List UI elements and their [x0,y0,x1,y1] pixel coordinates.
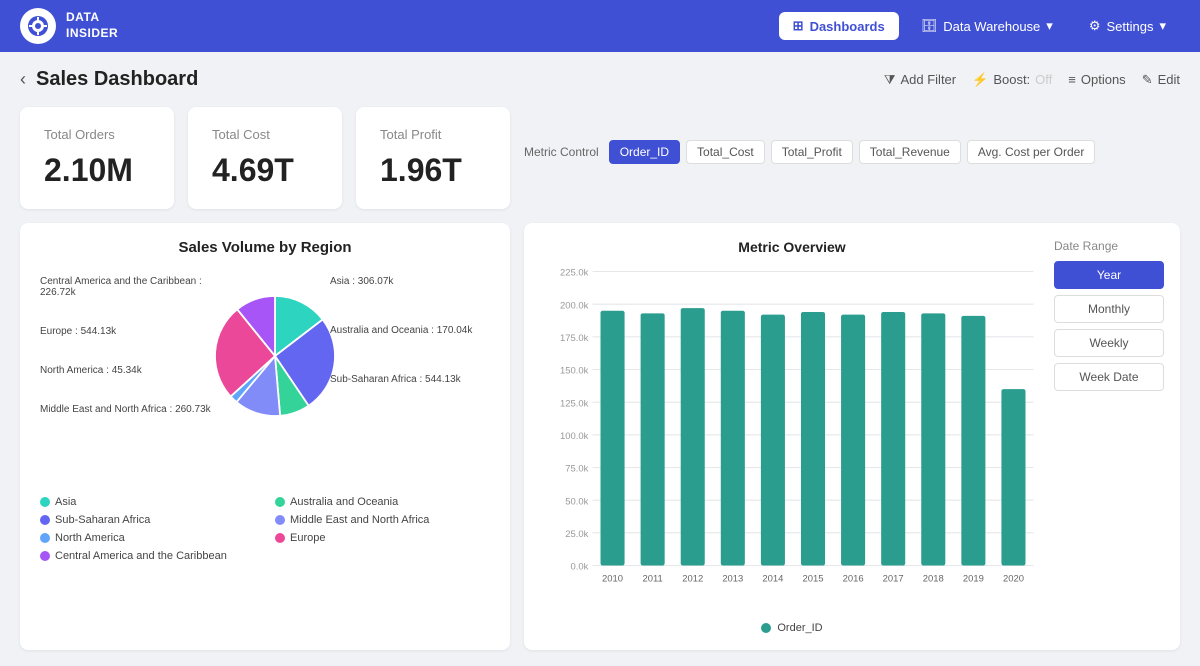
legend-item: North America [40,532,255,544]
svg-text:2011: 2011 [642,573,662,584]
svg-text:75.0k: 75.0k [565,464,588,475]
legend-item: Middle East and North Africa [275,514,490,526]
svg-text:200.0k: 200.0k [560,300,589,311]
svg-text:100.0k: 100.0k [560,431,589,442]
svg-text:175.0k: 175.0k [560,333,589,344]
svg-text:2015: 2015 [803,573,824,584]
svg-text:50.0k: 50.0k [565,496,588,507]
edit-icon: ✎ [1142,72,1153,88]
date-btn-weekly[interactable]: Weekly [1054,329,1164,357]
options-icon: ≡ [1068,72,1076,87]
date-btn-week-date[interactable]: Week Date [1054,363,1164,391]
legend-item: Australia and Oceania [275,496,490,508]
label-central-america: Central America and the Caribbean : 226.… [40,276,235,298]
legend-item: Europe [275,532,490,544]
svg-text:2016: 2016 [843,573,864,584]
bar-legend-label: Order_ID [777,622,822,634]
svg-text:25.0k: 25.0k [565,529,588,540]
settings-icon: ⚙ [1089,18,1101,34]
warehouse-chevron-icon: ▾ [1046,18,1053,34]
label-australia: Australia and Oceania : 170.04k [330,325,490,336]
kpi-total-cost: Total Cost 4.69T [188,107,342,209]
svg-text:2014: 2014 [762,573,783,584]
warehouse-icon: 🗄 [921,18,938,34]
header-nav: ⊞ Dashboards 🗄 Data Warehouse ▾ ⚙ Settin… [779,12,1180,40]
toolbar: ‹ Sales Dashboard ⧩ Add Filter ⚡ Boost: … [20,68,1180,91]
tab-order-id[interactable]: Order_ID [609,140,680,164]
settings-chevron-icon: ▾ [1159,18,1166,34]
bar-chart: 0.0k 25.0k 50.0k 75.0k 100.0k 125.0k 150.0k 175… [540,261,1044,618]
svg-text:150.0k: 150.0k [560,366,589,377]
nav-data-warehouse[interactable]: 🗄 Data Warehouse ▾ [907,12,1067,40]
svg-text:2013: 2013 [722,573,743,584]
metric-control-label: Metric Control [524,145,599,159]
tab-avg-cost[interactable]: Avg. Cost per Order [967,140,1096,164]
kpi-value: 1.96T [380,152,486,189]
metric-tabs: Metric Control Order_ID Total_Cost Total… [524,140,1095,164]
options-button[interactable]: ≡ Options [1068,72,1125,87]
legend-item: Sub-Saharan Africa [40,514,255,526]
svg-text:125.0k: 125.0k [560,398,589,409]
bar-legend-dot [761,623,771,633]
svg-text:2012: 2012 [682,573,703,584]
pie-chart-panel: Sales Volume by Region Central America a… [20,223,510,650]
boost-icon: ⚡ [972,72,988,88]
pie-legend: Asia Australia and Oceania Sub-Saharan Afr… [40,496,490,562]
svg-text:2020: 2020 [1003,573,1024,584]
date-range-panel: Date Range Year Monthly Weekly Week Date [1054,239,1164,634]
metric-overview-panel: Metric Overview 0.0k 25.0k 50.0k 75.0k 100.0… [524,223,1180,650]
svg-text:225.0k: 225.0k [560,268,589,279]
pie-chart-title: Sales Volume by Region [40,239,490,256]
date-btn-monthly[interactable]: Monthly [1054,295,1164,323]
kpi-total-orders: Total Orders 2.10M [20,107,174,209]
label-north-america: North America : 45.34k [40,365,235,376]
toolbar-actions: ⧩ Add Filter ⚡ Boost: Off ≡ Options ✎ Ed… [884,72,1180,88]
filter-icon: ⧩ [884,72,896,88]
svg-text:2017: 2017 [883,573,904,584]
tab-total-profit[interactable]: Total_Profit [771,140,853,164]
kpi-label: Total Profit [380,127,486,142]
kpi-value: 2.10M [44,152,150,189]
legend-item: Central America and the Caribbean [40,550,255,562]
logo: DATA INSIDER [20,8,118,44]
tab-total-revenue[interactable]: Total_Revenue [859,140,961,164]
label-asia: Asia : 306.07k [330,276,490,287]
date-range-title: Date Range [1054,239,1164,253]
boost-toggle[interactable]: ⚡ Boost: Off [972,72,1052,88]
kpi-label: Total Orders [44,127,150,142]
add-filter-button[interactable]: ⧩ Add Filter [884,72,956,88]
svg-text:2010: 2010 [602,573,623,584]
logo-icon [20,8,56,44]
svg-text:2018: 2018 [923,573,944,584]
page-title: Sales Dashboard [36,68,884,91]
svg-text:0.0k: 0.0k [570,562,588,573]
nav-settings[interactable]: ⚙ Settings ▾ [1075,12,1180,40]
bar-chart-title: Metric Overview [540,239,1044,255]
date-btn-year[interactable]: Year [1054,261,1164,289]
label-sub-saharan: Sub-Saharan Africa : 544.13k [330,374,490,385]
kpi-label: Total Cost [212,127,318,142]
nav-dashboards[interactable]: ⊞ Dashboards [779,12,899,40]
back-button[interactable]: ‹ [20,69,26,90]
kpi-value: 4.69T [212,152,318,189]
legend-item: Asia [40,496,255,508]
label-middle-east: Middle East and North Africa : 260.73k [40,404,235,415]
boost-status: Off [1035,72,1052,87]
svg-text:2019: 2019 [963,573,984,584]
edit-button[interactable]: ✎ Edit [1142,72,1180,88]
label-europe: Europe : 544.13k [40,326,235,337]
dashboard-icon: ⊞ [793,18,804,34]
kpi-total-profit: Total Profit 1.96T [356,107,510,209]
tab-total-cost[interactable]: Total_Cost [686,140,765,164]
